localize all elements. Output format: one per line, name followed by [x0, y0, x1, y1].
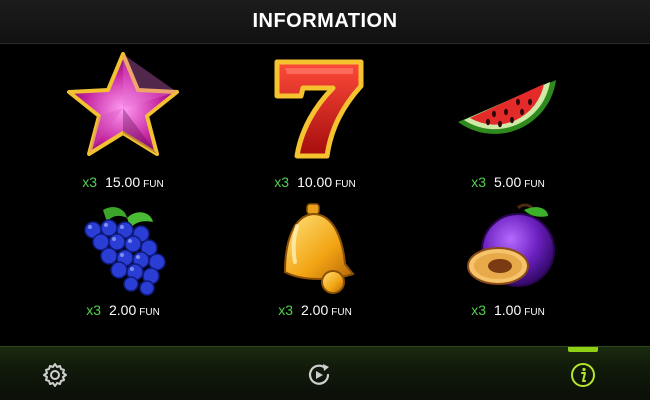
paytable-item-plum: x3 1.00 FUN — [418, 202, 598, 352]
currency: FUN — [335, 179, 356, 190]
payout-line: x3 1.00 FUN — [418, 302, 598, 320]
payout-amount: 5.00 — [493, 174, 522, 190]
grapes-icon — [84, 207, 166, 296]
autoplay-button[interactable] — [305, 361, 333, 389]
payout-line: x3 5.00 FUN — [418, 174, 598, 192]
settings-button[interactable] — [41, 361, 69, 389]
paytable-item-star: x3 15.00 FUN — [33, 50, 213, 200]
bell-icon — [283, 203, 355, 294]
payout-amount: 2.00 — [108, 302, 137, 318]
paytable-item-bell: x3 2.00 FUN — [225, 202, 405, 352]
paytable-grid: x3 15.00 FUN x3 10.00 FUN x3 5.00 FUN x3… — [0, 44, 650, 346]
watermelon-icon — [458, 80, 556, 134]
currency: FUN — [331, 307, 352, 318]
multiplier: x3 — [274, 174, 290, 190]
footer-bar — [0, 346, 650, 400]
payout-line: x3 15.00 FUN — [33, 174, 213, 192]
multiplier: x3 — [471, 174, 486, 190]
payout-amount: 1.00 — [493, 302, 522, 318]
seven-icon — [274, 59, 364, 159]
payout-amount: 15.00 — [105, 174, 141, 190]
currency: FUN — [524, 179, 545, 190]
autoplay-icon — [308, 364, 330, 385]
info-icon — [571, 363, 595, 387]
info-button[interactable] — [569, 361, 597, 389]
payout-line: x3 2.00 FUN — [33, 302, 213, 320]
multiplier: x3 — [82, 174, 98, 190]
payout-line: x3 2.00 FUN — [225, 302, 405, 320]
paytable-item-grapes: x3 2.00 FUN — [33, 202, 213, 352]
multiplier: x3 — [471, 302, 486, 318]
paytable-item-watermelon: x3 5.00 FUN — [418, 50, 598, 200]
currency: FUN — [524, 307, 545, 318]
paytable-item-seven: x3 10.00 FUN — [225, 50, 405, 200]
multiplier: x3 — [86, 302, 101, 318]
payout-amount: 10.00 — [297, 174, 333, 190]
header-bar: INFORMATION — [0, 0, 650, 44]
active-indicator — [568, 347, 598, 352]
payout-amount: 2.00 — [300, 302, 329, 318]
currency: FUN — [143, 179, 164, 190]
payout-line: x3 10.00 FUN — [225, 174, 405, 192]
page-title: INFORMATION — [252, 10, 398, 32]
multiplier: x3 — [278, 302, 293, 318]
star-icon — [67, 52, 179, 156]
currency: FUN — [139, 307, 160, 318]
gear-icon — [43, 363, 67, 387]
plum-icon — [467, 203, 555, 287]
